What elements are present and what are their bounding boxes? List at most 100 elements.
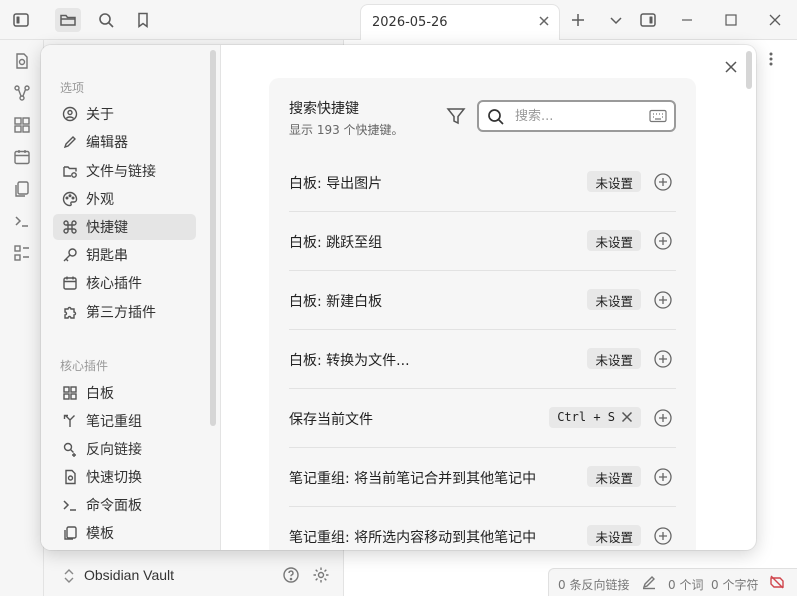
search-icon[interactable] xyxy=(93,8,119,32)
nav-item-templates[interactable]: 模板 xyxy=(53,520,196,546)
add-hotkey-icon[interactable] xyxy=(654,409,672,427)
word-count: 0 个词 xyxy=(668,578,704,592)
command-label: 白板: 跳跃至组 xyxy=(289,235,383,251)
vault-switcher[interactable]: Obsidian Vault xyxy=(44,556,344,596)
close-modal-icon[interactable] xyxy=(720,56,742,78)
nav-item-command-palette[interactable]: 命令面板 xyxy=(53,492,196,518)
quick-switch-icon xyxy=(62,469,78,485)
pencil-icon xyxy=(62,134,78,150)
hotkey-badge[interactable]: 未设置 xyxy=(587,525,641,546)
editor-tab[interactable]: 2026-05-26 xyxy=(360,4,560,40)
hotkeys-title: 搜索快捷键 xyxy=(289,101,359,117)
add-hotkey-icon[interactable] xyxy=(654,291,672,309)
content-scrollbar[interactable] xyxy=(746,51,752,89)
keyboard-icon[interactable] xyxy=(649,109,667,123)
minimize-icon[interactable] xyxy=(674,8,700,32)
nav-item-hotkeys[interactable]: 快捷键 xyxy=(53,214,196,240)
filter-icon[interactable] xyxy=(446,106,466,126)
hotkey-search[interactable] xyxy=(477,100,676,132)
hotkey-row: 白板: 转换为文件... 未设置 xyxy=(289,330,676,389)
chevron-updown-icon xyxy=(63,568,75,584)
graph-view-icon[interactable] xyxy=(13,84,31,102)
help-icon[interactable] xyxy=(282,566,300,584)
nav-item-backlinks[interactable]: 反向链接 xyxy=(53,436,196,462)
key-icon xyxy=(62,247,78,263)
command-label: 白板: 新建白板 xyxy=(289,294,383,310)
nav-item-community-plugins[interactable]: 第三方插件 xyxy=(53,299,196,325)
nav-item-label: 外观 xyxy=(86,192,114,208)
info-circle-icon xyxy=(62,106,78,122)
hotkey-badge[interactable]: 未设置 xyxy=(587,230,641,251)
folder-icon[interactable] xyxy=(55,8,81,32)
nav-item-label: 关于 xyxy=(86,107,114,123)
hotkey-row: 笔记重组: 将当前笔记合并到其他笔记中 未设置 xyxy=(289,448,676,507)
hotkey-badge[interactable]: 未设置 xyxy=(587,289,641,310)
nav-item-note-composer[interactable]: 笔记重组 xyxy=(53,408,196,434)
nav-item-label: 核心插件 xyxy=(86,276,142,292)
add-hotkey-icon[interactable] xyxy=(654,232,672,250)
char-count: 0 个字符 xyxy=(711,578,759,592)
status-bar: 0 条反向链接 0 个词 0 个字符 xyxy=(548,568,797,596)
command-label: 笔记重组: 将所选内容移动到其他笔记中 xyxy=(289,530,537,546)
hotkeys-count: 显示 193 个快捷键。 xyxy=(289,123,404,137)
search-input[interactable] xyxy=(515,107,645,125)
puzzle-icon xyxy=(62,304,78,320)
nav-item-core-plugins[interactable]: 核心插件 xyxy=(53,270,196,296)
hotkey-badge[interactable]: Ctrl + S xyxy=(549,407,641,428)
hotkey-row: 白板: 新建白板 未设置 xyxy=(289,271,676,330)
nav-item-label: 白板 xyxy=(86,386,114,402)
add-hotkey-icon[interactable] xyxy=(654,527,672,545)
calendar-icon[interactable] xyxy=(13,148,31,166)
hotkey-badge[interactable]: 未设置 xyxy=(587,466,641,487)
hotkeys-panel: 搜索快捷键 显示 193 个快捷键。 白板: 导出图片 未设置 白板: 跳跃至组… xyxy=(269,78,696,550)
remove-hotkey-icon[interactable] xyxy=(621,411,633,423)
close-tab-icon[interactable] xyxy=(537,14,551,28)
nav-heading-options: 选项 xyxy=(60,81,85,95)
hotkey-row: 白板: 导出图片 未设置 xyxy=(289,153,676,212)
nav-item-appearance[interactable]: 外观 xyxy=(53,186,196,212)
nav-item-label: 快捷键 xyxy=(86,220,128,236)
command-icon xyxy=(62,219,78,235)
nav-item-files-links[interactable]: 文件与链接 xyxy=(53,158,196,184)
backlinks-count[interactable]: 0 条反向链接 xyxy=(558,576,629,593)
palette-icon xyxy=(62,191,78,207)
terminal-icon[interactable] xyxy=(13,212,31,230)
chevron-down-icon[interactable] xyxy=(603,8,629,32)
nav-scrollbar[interactable] xyxy=(210,50,216,426)
add-hotkey-icon[interactable] xyxy=(654,173,672,191)
sidebar-toggle-icon[interactable] xyxy=(8,8,34,32)
canvas-grid-icon xyxy=(62,385,78,401)
nav-item-label: 第三方插件 xyxy=(86,305,156,321)
edit-pencil-icon[interactable] xyxy=(641,574,657,590)
more-options-icon[interactable] xyxy=(764,50,778,68)
sync-off-icon[interactable] xyxy=(769,574,785,590)
gear-icon[interactable] xyxy=(312,566,330,584)
bookmark-icon[interactable] xyxy=(130,8,156,32)
add-hotkey-icon[interactable] xyxy=(654,468,672,486)
new-tab-icon[interactable] xyxy=(565,8,591,32)
merge-icon xyxy=(62,413,78,429)
right-sidebar-toggle-icon[interactable] xyxy=(635,8,661,32)
settings-modal: 选项 关于 编辑器 文件与链接 外观 快捷键 钥匙串 核心插件 第三方插件 核心… xyxy=(41,45,756,550)
settings-nav: 选项 关于 编辑器 文件与链接 外观 快捷键 钥匙串 核心插件 第三方插件 核心… xyxy=(41,45,221,550)
templates-icon[interactable] xyxy=(13,180,31,198)
close-window-icon[interactable] xyxy=(762,8,788,32)
outline-icon[interactable] xyxy=(13,244,31,262)
nav-item-label: 文件与链接 xyxy=(86,164,156,180)
hotkey-badge[interactable]: 未设置 xyxy=(587,171,641,192)
nav-item-about[interactable]: 关于 xyxy=(53,101,196,127)
search-icon xyxy=(487,108,505,126)
calendar-box-icon xyxy=(62,275,78,291)
nav-item-editor[interactable]: 编辑器 xyxy=(53,129,196,155)
open-quick-switcher-icon[interactable] xyxy=(13,52,31,70)
nav-item-label: 编辑器 xyxy=(86,135,128,151)
canvas-icon[interactable] xyxy=(13,116,31,134)
nav-item-keychain[interactable]: 钥匙串 xyxy=(53,242,196,268)
nav-item-quick-switcher[interactable]: 快速切换 xyxy=(53,464,196,490)
command-label: 白板: 转换为文件... xyxy=(289,353,410,369)
maximize-icon[interactable] xyxy=(718,8,744,32)
nav-item-canvas[interactable]: 白板 xyxy=(53,380,196,406)
add-hotkey-icon[interactable] xyxy=(654,350,672,368)
hotkey-badge[interactable]: 未设置 xyxy=(587,348,641,369)
nav-item-label: 钥匙串 xyxy=(86,248,128,264)
